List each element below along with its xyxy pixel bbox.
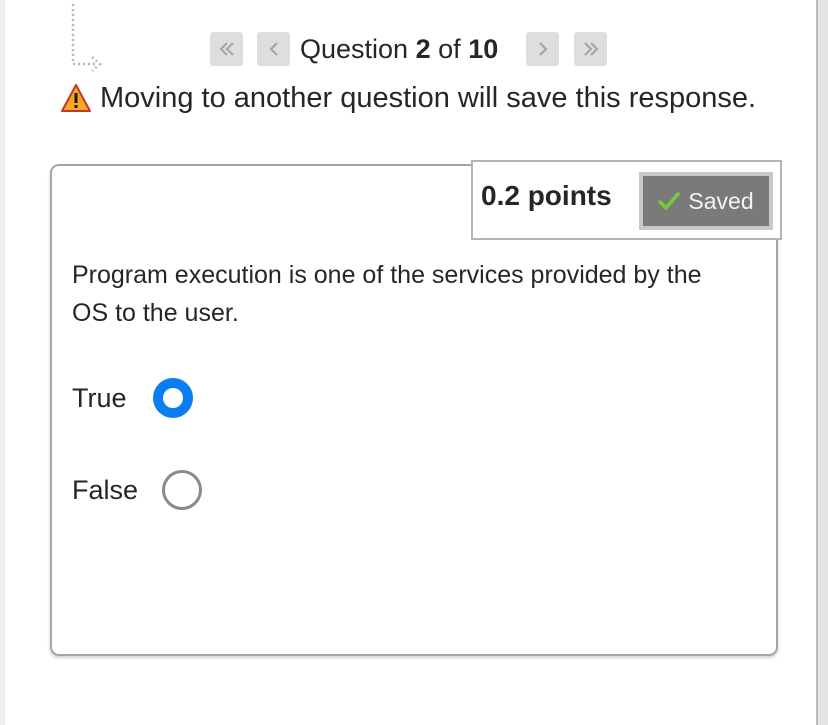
quiz-page: Question 2 of 10 Moving to another quest… (0, 0, 828, 725)
chevron-right-icon (538, 42, 547, 56)
question-prompt: Program execution is one of the services… (72, 261, 702, 327)
option-false-label: False (72, 474, 139, 505)
next-question-button[interactable] (526, 32, 559, 66)
radio-true-selected[interactable] (152, 378, 193, 418)
option-false[interactable]: False (72, 468, 203, 512)
total-question-count: 10 (468, 34, 499, 64)
question-counter: Question 2 of 10 (300, 32, 498, 66)
option-true-label: True (72, 382, 127, 413)
current-question-number: 2 (415, 34, 431, 64)
points-box: 0.2 points Saved (471, 160, 782, 240)
option-true[interactable]: True (72, 376, 193, 420)
previous-question-button[interactable] (257, 32, 290, 66)
double-chevron-right-icon (583, 42, 598, 56)
warning-text: Moving to another question will save thi… (100, 81, 757, 114)
save-warning: Moving to another question will save thi… (60, 80, 756, 116)
check-icon (658, 192, 681, 210)
warning-triangle-icon (61, 84, 91, 112)
saved-status-badge: Saved (639, 172, 773, 230)
saved-label: Saved (688, 187, 754, 214)
of-word: of (438, 34, 461, 64)
first-question-button[interactable] (210, 32, 243, 66)
question-navigation: Question 2 of 10 (0, 32, 816, 68)
left-frame-edge (0, 0, 5, 725)
points-value: 0.2 points (481, 180, 612, 211)
right-scroll-edge (816, 0, 828, 725)
radio-false[interactable] (162, 470, 203, 510)
chevron-left-icon (269, 42, 278, 56)
double-chevron-left-icon (219, 42, 234, 56)
last-question-button[interactable] (574, 32, 607, 66)
question-word: Question (300, 34, 409, 64)
